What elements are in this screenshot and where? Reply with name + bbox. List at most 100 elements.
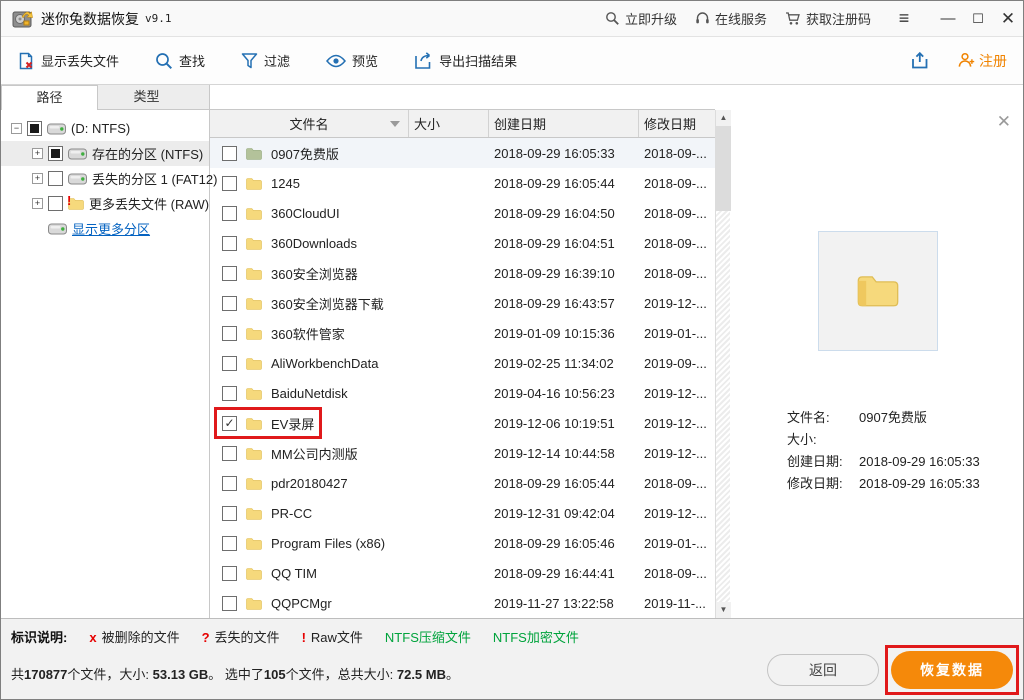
table-row[interactable]: Program Files (x86)2018-09-29 16:05:4620… (210, 528, 715, 558)
expand-icon[interactable]: + (32, 148, 43, 159)
column-header-modified[interactable]: 修改日期 (639, 110, 715, 137)
table-row[interactable]: 360Downloads2018-09-29 16:04:512018-09-.… (210, 228, 715, 258)
column-header-filename[interactable]: 文件名 (210, 110, 409, 137)
scrollbar-thumb[interactable] (716, 126, 731, 211)
file-created: 2018-09-29 16:04:50 (489, 206, 639, 221)
file-name: BaiduNetdisk (271, 386, 348, 401)
row-checkbox[interactable] (222, 326, 237, 341)
tab-type[interactable]: 类型 (98, 85, 195, 109)
minimize-button[interactable]: — (933, 1, 963, 36)
row-checkbox[interactable] (222, 476, 237, 491)
recover-data-button[interactable]: 恢复数据 (891, 651, 1013, 689)
file-modified: 2019-12-... (639, 296, 715, 311)
collapse-icon[interactable]: − (11, 123, 22, 134)
scroll-down-icon[interactable]: ▼ (716, 602, 731, 618)
hamburger-menu-icon[interactable]: ≡ (889, 1, 919, 36)
toolbar-item[interactable]: 预览 (326, 51, 378, 70)
file-name: 360Downloads (271, 236, 357, 251)
row-checkbox[interactable] (222, 506, 237, 521)
table-row[interactable]: 0907免费版2018-09-29 16:05:332018-09-... (210, 138, 715, 168)
tree-item[interactable]: +存在的分区 (NTFS) (1, 141, 209, 166)
titlebar-menu-item[interactable]: 立即升级 (605, 9, 677, 28)
title-bar: 迷你兔数据恢复 v9.1 立即升级在线服务获取注册码 ≡ — ☐ ✕ (1, 1, 1023, 37)
export-icon (414, 52, 433, 70)
maximize-button[interactable]: ☐ (963, 1, 993, 36)
table-row[interactable]: AliWorkbenchData2019-02-25 11:34:022019-… (210, 348, 715, 378)
toolbar-item[interactable]: 显示丢失文件 (17, 51, 119, 70)
file-created: 2019-04-16 10:56:23 (489, 386, 639, 401)
row-checkbox[interactable] (222, 176, 237, 191)
row-checkbox[interactable] (222, 296, 237, 311)
expand-icon[interactable]: + (32, 198, 43, 209)
titlebar-menu-item[interactable]: 获取注册码 (785, 9, 871, 28)
tree-checkbox[interactable] (48, 196, 63, 211)
titlebar-menu-item[interactable]: 在线服务 (695, 9, 767, 28)
folder-icon (246, 357, 262, 370)
row-checkbox[interactable] (222, 566, 237, 581)
folder-icon (246, 597, 262, 610)
tree-checkbox[interactable] (27, 121, 42, 136)
row-checkbox[interactable] (222, 266, 237, 281)
table-row[interactable]: EV录屏2019-12-06 10:19:512019-12-... (210, 408, 715, 438)
row-checkbox[interactable] (222, 236, 237, 251)
file-name: EV录屏 (271, 414, 314, 433)
tree-checkbox[interactable] (48, 171, 63, 186)
file-created: 2018-09-29 16:43:57 (489, 296, 639, 311)
register-button[interactable]: 注册 (958, 51, 1007, 71)
row-checkbox[interactable] (222, 536, 237, 551)
table-row[interactable]: QQPCMgr2019-11-27 13:22:582019-11-... (210, 588, 715, 618)
table-row[interactable]: 360CloudUI2018-09-29 16:04:502018-09-... (210, 198, 715, 228)
row-checkbox[interactable] (222, 206, 237, 221)
table-row[interactable]: 360安全浏览器2018-09-29 16:39:102018-09-... (210, 258, 715, 288)
tree-checkbox[interactable] (48, 146, 63, 161)
tree-item[interactable]: −(D: NTFS) (1, 116, 209, 141)
file-info-line: 大小: (787, 429, 980, 451)
tree-item[interactable]: 显示更多分区 (1, 216, 209, 241)
toolbar-item[interactable]: 导出扫描结果 (414, 51, 517, 70)
toolbar-item[interactable]: 过滤 (241, 51, 290, 70)
scroll-up-icon[interactable]: ▲ (716, 110, 731, 126)
cart-icon (785, 11, 801, 26)
row-checkbox[interactable] (222, 386, 237, 401)
file-modified: 2018-09-... (639, 206, 715, 221)
back-button[interactable]: 返回 (767, 654, 879, 686)
file-table: 0907免费版2018-09-29 16:05:332018-09-...124… (210, 138, 715, 618)
close-button[interactable]: ✕ (993, 1, 1023, 36)
column-header-size[interactable]: 大小 (409, 110, 489, 137)
table-row[interactable]: pdr201804272018-09-29 16:05:442018-09-..… (210, 468, 715, 498)
folder-icon (246, 267, 262, 280)
tree-item[interactable]: +丢失的分区 1 (FAT12) (1, 166, 209, 191)
file-modified: 2019-12-... (639, 386, 715, 401)
toolbar-item[interactable]: 查找 (155, 51, 205, 70)
legend-item: x被删除的文件 (89, 630, 179, 645)
share-icon[interactable] (910, 51, 930, 70)
row-checkbox[interactable] (222, 356, 237, 371)
row-checkbox[interactable] (222, 146, 237, 161)
table-row[interactable]: MM公司内测版2019-12-14 10:44:582019-12-... (210, 438, 715, 468)
table-row[interactable]: PR-CC2019-12-31 09:42:042019-12-... (210, 498, 715, 528)
row-checkbox[interactable] (222, 416, 237, 431)
table-row[interactable]: 12452018-09-29 16:05:442018-09-... (210, 168, 715, 198)
folder-icon (246, 447, 262, 460)
search-icon (155, 52, 173, 70)
expand-icon[interactable]: + (32, 173, 43, 184)
tree-item[interactable]: +!更多丢失文件 (RAW) (1, 191, 209, 216)
titlebar-menu: 立即升级在线服务获取注册码 (605, 9, 889, 28)
file-name: 0907免费版 (271, 144, 339, 163)
app-version: v9.1 (145, 12, 172, 25)
file-created: 2018-09-29 16:39:10 (489, 266, 639, 281)
table-scrollbar[interactable]: ▲ ▼ (715, 110, 730, 618)
table-row[interactable]: 360软件管家2019-01-09 10:15:362019-01-... (210, 318, 715, 348)
table-row[interactable]: 360安全浏览器下载2018-09-29 16:43:572019-12-... (210, 288, 715, 318)
table-row[interactable]: BaiduNetdisk 2019-04-16 10:56:232019-12-.… (210, 378, 715, 408)
toolbar: 显示丢失文件 查找 过滤 预览 导出扫描结果 注册 (1, 37, 1023, 85)
table-row[interactable]: QQ TIM2018-09-29 16:44:412018-09-... (210, 558, 715, 588)
row-checkbox[interactable] (222, 596, 237, 611)
file-modified: 2019-01-... (639, 326, 715, 341)
file-name: 360安全浏览器 (271, 264, 358, 283)
row-checkbox[interactable] (222, 446, 237, 461)
preview-close-icon[interactable]: ✕ (997, 113, 1011, 130)
tab-path[interactable]: 路径 (1, 85, 98, 111)
column-header-created[interactable]: 创建日期 (489, 110, 639, 137)
legend-item: NTFS加密文件 (493, 630, 579, 645)
